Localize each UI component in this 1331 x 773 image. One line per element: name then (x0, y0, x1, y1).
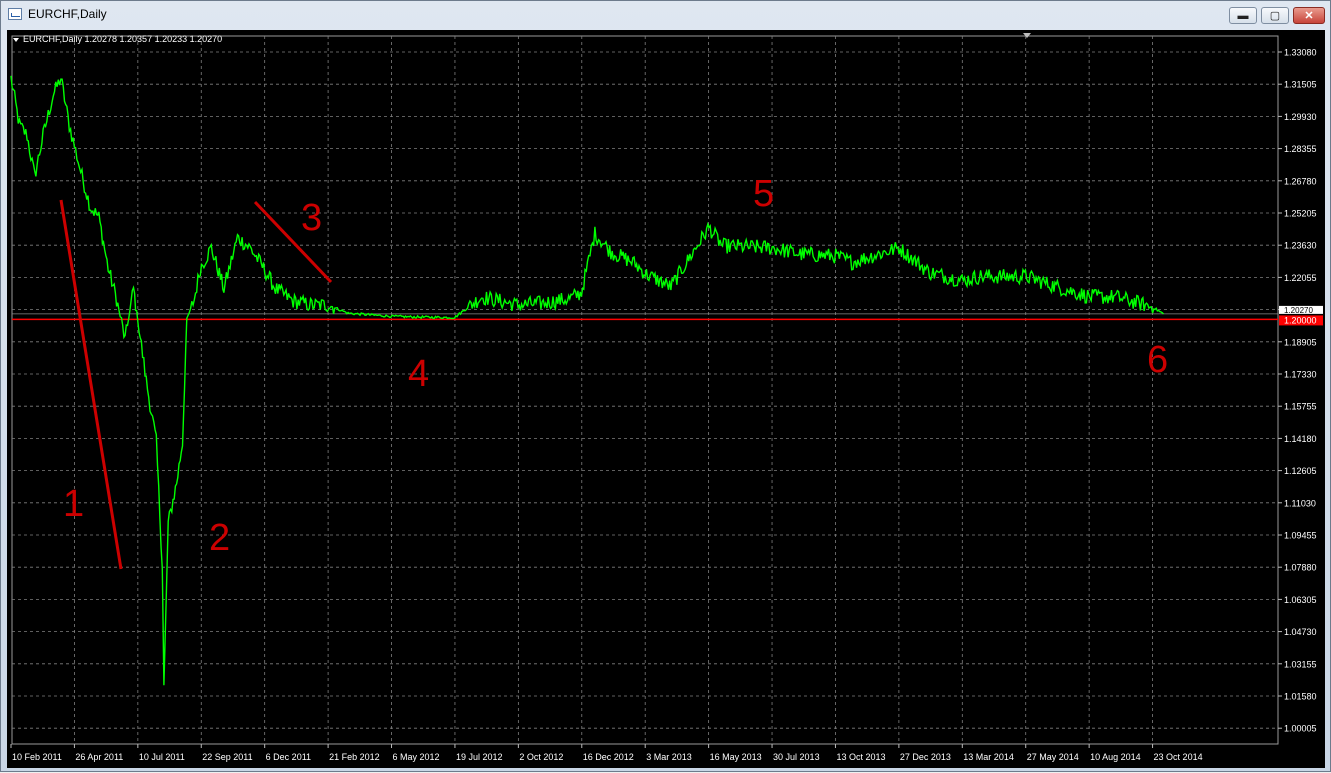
annotation-label-3: 3 (301, 197, 322, 239)
annotation-label-1: 1 (63, 483, 84, 525)
chart-annotations: 1 2 3 4 5 6 (59, 173, 1168, 570)
price-tick-label: 1.15755 (1284, 402, 1317, 412)
time-tick-label: 27 Dec 2013 (900, 752, 951, 762)
time-tick-label: 22 Sep 2011 (202, 752, 252, 762)
time-tick-label: 26 Apr 2011 (75, 752, 123, 762)
current-price-tag-label: 1.20270 (1284, 306, 1313, 315)
price-tick-label: 1.17330 (1284, 370, 1317, 380)
time-tick-label: 10 Jul 2011 (139, 752, 185, 762)
time-tick-label: 6 May 2012 (393, 752, 440, 762)
time-tick-label: 13 Oct 2013 (836, 752, 885, 762)
time-tick-label: 3 Mar 2013 (646, 752, 692, 762)
window-title: EURCHF,Daily (28, 7, 107, 21)
chart-scales: 1.33080 1.31505 1.29930 1.28355 1.26780 1.252… (10, 48, 1323, 762)
price-tick-label: 1.18905 (1284, 337, 1317, 347)
close-button[interactable]: ✕ (1293, 7, 1325, 24)
price-tick-label: 1.31505 (1284, 80, 1317, 90)
price-tick-label: 1.23630 (1284, 241, 1317, 251)
price-tick-label: 1.12605 (1284, 466, 1317, 476)
price-tick-label: 1.28355 (1284, 144, 1317, 154)
chart-area[interactable]: 1.33080 1.31505 1.29930 1.28355 1.26780 1.252… (7, 30, 1325, 768)
chart-window-icon (8, 8, 22, 20)
terminal-window: EURCHF,Daily ▬ ▢ ✕ 1.33080 1.31505 1.29930… (0, 0, 1331, 772)
chart-grid (11, 35, 1279, 745)
price-line (10, 75, 1164, 686)
price-tick-label: 1.03155 (1284, 659, 1317, 669)
price-tick-label: 1.09455 (1284, 531, 1317, 541)
minimize-button[interactable]: ▬ (1229, 7, 1257, 24)
price-chart[interactable]: 1.33080 1.31505 1.29930 1.28355 1.26780 1.252… (7, 30, 1325, 768)
annotation-label-2: 2 (209, 517, 230, 559)
annotation-label-4: 4 (408, 353, 429, 395)
price-tick-label: 1.04730 (1284, 627, 1317, 637)
price-tick-label: 1.26780 (1284, 176, 1317, 186)
price-tick-label: 1.14180 (1284, 434, 1317, 444)
chart-menu-icon[interactable] (13, 38, 19, 42)
time-tick-label: 23 Oct 2014 (1154, 752, 1203, 762)
time-tick-label: 10 Aug 2014 (1090, 752, 1141, 762)
level-price-tag-label: 1.20000 (1284, 315, 1317, 325)
time-tick-label: 19 Jul 2012 (456, 752, 503, 762)
time-tick-label: 16 May 2013 (710, 752, 762, 762)
time-tick-label: 6 Dec 2011 (266, 752, 311, 762)
price-tick-label: 1.33080 (1284, 48, 1317, 58)
time-tick-label: 2 Oct 2012 (519, 752, 563, 762)
time-tick-label: 16 Dec 2012 (583, 752, 634, 762)
price-tick-label: 1.29930 (1284, 112, 1317, 122)
price-tick-label: 1.00005 (1284, 724, 1317, 734)
maximize-button[interactable]: ▢ (1261, 7, 1289, 24)
price-tick-label: 1.06305 (1284, 595, 1317, 605)
time-tick-label: 30 Jul 2013 (773, 752, 820, 762)
time-tick-label: 13 Mar 2014 (963, 752, 1014, 762)
annotation-label-5: 5 (753, 173, 774, 215)
price-tick-label: 1.07880 (1284, 563, 1317, 573)
price-tick-label: 1.01580 (1284, 692, 1317, 702)
annotation-label-6: 6 (1147, 339, 1168, 381)
price-tick-label: 1.11030 (1284, 498, 1316, 508)
price-tick-label: 1.25205 (1284, 209, 1317, 219)
price-tick-label: 1.22055 (1284, 273, 1317, 283)
window-titlebar[interactable]: EURCHF,Daily ▬ ▢ ✕ (1, 1, 1330, 29)
time-tick-label: 21 Feb 2012 (329, 752, 380, 762)
time-tick-label: 10 Feb 2011 (12, 752, 62, 762)
symbol-info-line: EURCHF,Daily 1.20278 1.20357 1.20233 1.2… (23, 34, 222, 44)
time-tick-label: 27 May 2014 (1027, 752, 1079, 762)
